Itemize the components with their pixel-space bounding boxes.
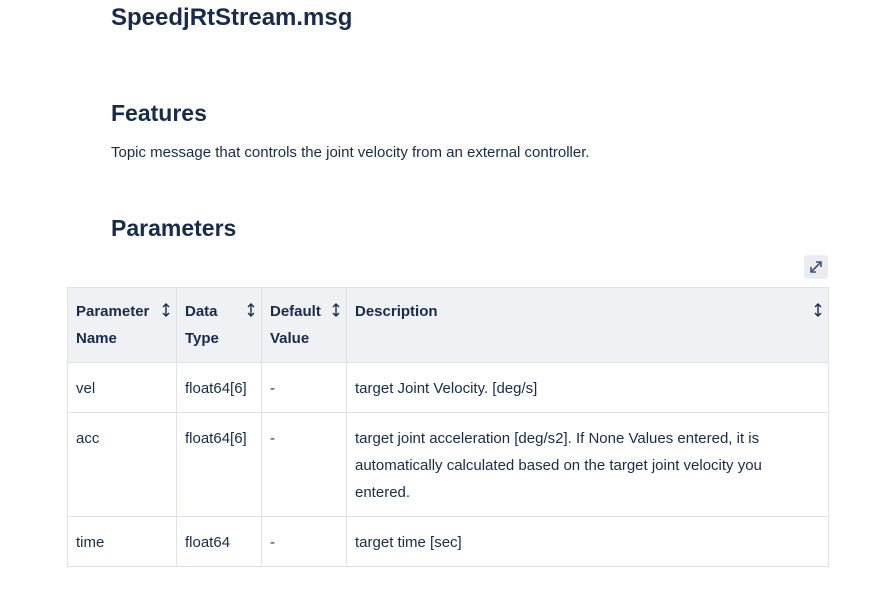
features-description: Topic message that controls the joint ve… bbox=[111, 144, 590, 161]
expand-table-button[interactable] bbox=[804, 255, 828, 279]
column-header-label: Description bbox=[355, 303, 438, 320]
sort-arrows-icon[interactable] bbox=[160, 302, 172, 318]
sort-arrows-icon[interactable] bbox=[812, 302, 824, 318]
cell-parameter-name: time bbox=[67, 516, 177, 567]
cell-default-value: - bbox=[261, 362, 347, 413]
table-row: time float64 - target time [sec] bbox=[67, 516, 829, 567]
features-heading: Features bbox=[111, 100, 207, 126]
cell-parameter-name: acc bbox=[67, 412, 177, 517]
column-header-label: Default Value bbox=[270, 303, 321, 347]
table-header-row: Parameter Name Data Type Default Value D… bbox=[67, 287, 829, 363]
cell-default-value: - bbox=[261, 412, 347, 517]
expand-diagonal-icon bbox=[810, 261, 822, 273]
parameters-table-container: Parameter Name Data Type Default Value D… bbox=[67, 287, 829, 567]
cell-description: target joint acceleration [deg/s2]. If N… bbox=[346, 412, 829, 517]
page-title: SpeedjRtStream.msg bbox=[111, 4, 353, 31]
column-header-default-value[interactable]: Default Value bbox=[261, 287, 347, 363]
table-row: acc float64[6] - target joint accelerati… bbox=[67, 412, 829, 517]
column-header-data-type[interactable]: Data Type bbox=[176, 287, 262, 363]
cell-default-value: - bbox=[261, 516, 347, 567]
column-header-parameter-name[interactable]: Parameter Name bbox=[67, 287, 177, 363]
column-header-label: Data Type bbox=[185, 303, 219, 347]
cell-description: target time [sec] bbox=[346, 516, 829, 567]
column-header-label: Parameter Name bbox=[76, 303, 150, 347]
table-row: vel float64[6] - target Joint Velocity. … bbox=[67, 362, 829, 413]
cell-data-type: float64 bbox=[176, 516, 262, 567]
parameters-heading: Parameters bbox=[111, 215, 237, 241]
column-header-description[interactable]: Description bbox=[346, 287, 829, 363]
cell-data-type: float64[6] bbox=[176, 362, 262, 413]
sort-arrows-icon[interactable] bbox=[330, 302, 342, 318]
sort-arrows-icon[interactable] bbox=[245, 302, 257, 318]
cell-parameter-name: vel bbox=[67, 362, 177, 413]
parameters-table: Parameter Name Data Type Default Value D… bbox=[67, 287, 829, 567]
cell-data-type: float64[6] bbox=[176, 412, 262, 517]
cell-description: target Joint Velocity. [deg/s] bbox=[346, 362, 829, 413]
